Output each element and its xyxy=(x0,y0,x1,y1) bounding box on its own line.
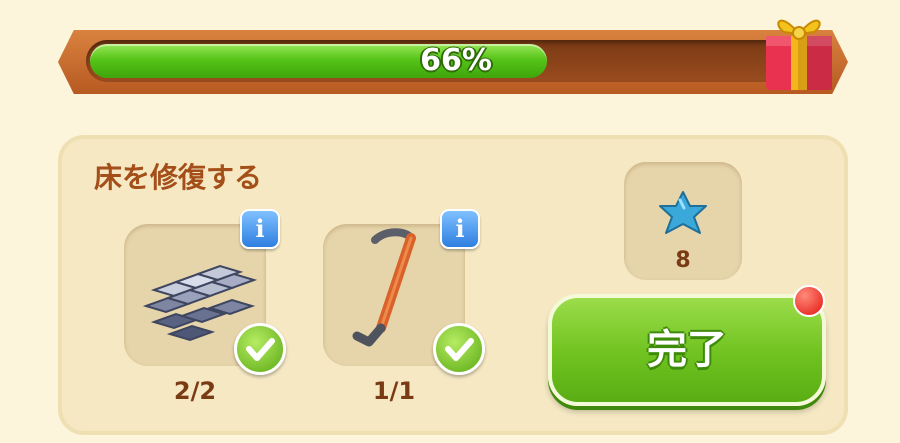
reward-count: 8 xyxy=(675,248,691,273)
complete-button[interactable]: 完了 xyxy=(548,294,826,406)
item-count: 1/1 xyxy=(372,377,416,405)
item-count: 2/2 xyxy=(173,377,217,405)
notification-dot xyxy=(793,285,825,317)
task-title: 床を修復する xyxy=(94,161,263,194)
check-icon xyxy=(433,323,485,375)
complete-button-label: 完了 xyxy=(647,327,727,373)
progress-percent-label: 66% xyxy=(420,43,492,78)
check-icon xyxy=(234,323,286,375)
gift-box-icon[interactable] xyxy=(758,2,840,94)
info-button[interactable]: i xyxy=(440,209,480,249)
info-button[interactable]: i xyxy=(240,209,280,249)
